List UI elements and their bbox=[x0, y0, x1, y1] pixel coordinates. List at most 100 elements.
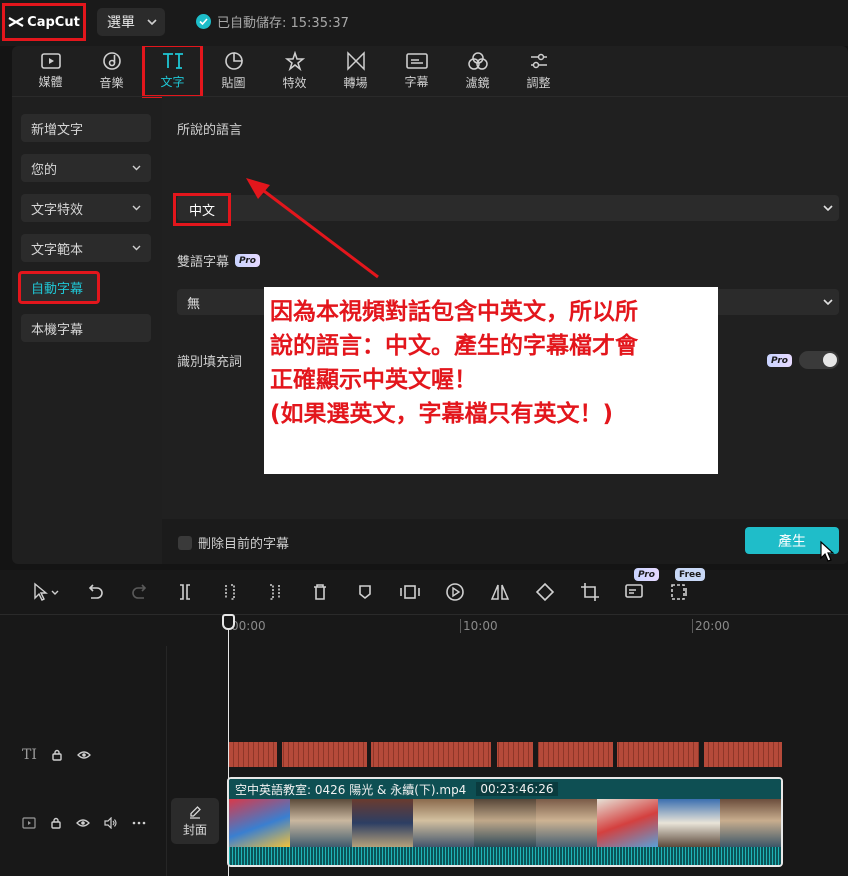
remove-background-button[interactable]: Pro bbox=[612, 568, 659, 607]
tab-captions[interactable]: 字幕 bbox=[386, 46, 447, 96]
video-clip[interactable]: 空中英語教室: 0426 陽光 & 永續(下).mp4 00:23:46:26 bbox=[227, 777, 783, 867]
annotation-line: 說的語言：中文。產生的字幕檔才會 bbox=[270, 333, 638, 359]
lock-icon[interactable] bbox=[51, 749, 63, 761]
tab-music[interactable]: 音樂 bbox=[81, 46, 142, 96]
menu-button[interactable]: 選單 bbox=[97, 8, 165, 36]
delete-right-button[interactable] bbox=[252, 577, 297, 607]
clip-gap bbox=[277, 742, 282, 767]
category-text-effects[interactable]: 文字特效 bbox=[21, 194, 151, 222]
cover-button[interactable]: 封面 bbox=[171, 798, 219, 844]
caption-actions-bar: 刪除目前的字幕 產生 bbox=[162, 519, 848, 564]
tab-effects[interactable]: 特效 bbox=[264, 46, 325, 96]
video-thumbnail bbox=[290, 799, 352, 847]
toggle-knob bbox=[823, 353, 837, 367]
video-thumbnail bbox=[535, 799, 597, 847]
category-text-templates[interactable]: 文字範本 bbox=[21, 234, 151, 262]
spoken-language-value[interactable]: 中文 bbox=[173, 193, 231, 226]
captions-icon bbox=[405, 53, 428, 69]
subtitle-track[interactable] bbox=[229, 742, 782, 767]
trim-right-icon bbox=[269, 584, 280, 600]
save-status-text: 已自動儲存: 15:35:37 bbox=[217, 16, 349, 31]
bilingual-value: 無 bbox=[187, 296, 201, 312]
select-tool-button[interactable] bbox=[22, 577, 72, 607]
chevron-down-icon bbox=[132, 245, 141, 251]
tab-filter[interactable]: 濾鏡 bbox=[447, 46, 508, 96]
clip-name: 空中英語教室: 0426 陽光 & 永續(下).mp4 bbox=[235, 782, 467, 797]
tab-label: 字幕 bbox=[404, 75, 429, 89]
video-thumbnail bbox=[474, 799, 536, 847]
tab-text[interactable]: 文字 bbox=[142, 46, 203, 98]
clip-gap bbox=[613, 742, 617, 767]
crop-button[interactable] bbox=[567, 577, 612, 607]
video-track-header bbox=[12, 814, 166, 832]
clip-duration: 00:23:46:26 bbox=[476, 782, 558, 796]
media-icon bbox=[40, 53, 61, 69]
split-button[interactable] bbox=[162, 577, 207, 607]
rotate-icon bbox=[535, 582, 554, 602]
generate-button-label: 產生 bbox=[778, 533, 806, 550]
reverse-button[interactable] bbox=[432, 577, 477, 607]
tab-transition[interactable]: 轉場 bbox=[325, 46, 386, 96]
menu-label: 選單 bbox=[107, 15, 135, 31]
trash-icon bbox=[313, 584, 326, 600]
tab-label: 文字 bbox=[160, 75, 185, 89]
logo-text: CapCut bbox=[27, 14, 80, 30]
playhead-handle[interactable] bbox=[222, 614, 235, 630]
time-ruler[interactable]: 00:00 10:00 20:00 bbox=[0, 614, 848, 636]
delete-current-captions-option[interactable]: 刪除目前的字幕 bbox=[178, 533, 289, 552]
tab-label: 特效 bbox=[282, 76, 307, 90]
play-circle-icon bbox=[445, 583, 464, 601]
eye-icon[interactable] bbox=[76, 750, 91, 760]
category-yours[interactable]: 您的 bbox=[21, 154, 151, 182]
redo-button[interactable] bbox=[117, 577, 162, 607]
checkbox[interactable] bbox=[178, 535, 192, 550]
chevron-down-icon bbox=[147, 19, 157, 25]
timeline: Pro Free 00:00 10:00 20:00 TI 封面 空中英語教室:… bbox=[0, 568, 848, 876]
undo-button[interactable] bbox=[72, 577, 117, 607]
category-label: 本機字幕 bbox=[31, 322, 84, 338]
delete-button[interactable] bbox=[297, 577, 342, 607]
more-icon[interactable] bbox=[132, 821, 146, 825]
cover-label: 封面 bbox=[182, 822, 207, 837]
filler-words-toggle[interactable] bbox=[799, 351, 839, 369]
capcut-logo[interactable]: CapCut bbox=[2, 3, 86, 41]
caption-edit-icon bbox=[624, 584, 643, 598]
spoken-language-label-text: 所說的語言 bbox=[177, 123, 243, 138]
pencil-icon bbox=[190, 805, 201, 819]
clip-thumbnails bbox=[229, 799, 781, 847]
text-track-icon: TI bbox=[22, 747, 37, 763]
annotation-line: (如果選英文，字幕檔只有英文！) bbox=[270, 401, 614, 427]
category-auto-captions[interactable]: 自動字幕 bbox=[18, 271, 100, 304]
tab-sticker[interactable]: 貼圖 bbox=[203, 46, 264, 96]
rotate-button[interactable] bbox=[522, 577, 567, 607]
mirror-icon bbox=[490, 584, 509, 600]
delete-left-button[interactable] bbox=[207, 577, 252, 607]
category-label: 您的 bbox=[31, 162, 58, 178]
mouse-cursor-icon bbox=[820, 540, 835, 562]
clip-gap bbox=[367, 742, 371, 767]
video-thumbnail bbox=[596, 799, 659, 847]
lock-icon[interactable] bbox=[50, 817, 62, 829]
category-label: 文字範本 bbox=[31, 242, 84, 258]
pro-badge: Pro bbox=[634, 568, 659, 581]
check-circle-icon bbox=[196, 14, 211, 29]
tab-label: 調整 bbox=[526, 76, 551, 90]
category-list: 新增文字 您的 文字特效 文字範本 自動字幕 本機字幕 bbox=[12, 97, 162, 564]
filler-words-label-text: 識別填充詞 bbox=[177, 355, 243, 370]
panel-tabs: 媒體 音樂 文字 貼圖 特效 轉場 字幕 濾鏡 調整 bbox=[12, 46, 848, 98]
playhead-line bbox=[228, 614, 229, 876]
chevron-down-icon bbox=[132, 165, 141, 171]
trim-left-icon bbox=[224, 584, 235, 600]
category-local-captions[interactable]: 本機字幕 bbox=[21, 314, 151, 342]
freeze-frame-button[interactable] bbox=[387, 577, 432, 607]
category-add-text[interactable]: 新增文字 bbox=[21, 114, 151, 142]
tab-label: 轉場 bbox=[343, 76, 368, 90]
volume-icon[interactable] bbox=[104, 817, 118, 829]
tab-adjust[interactable]: 調整 bbox=[508, 46, 569, 96]
auto-reframe-button[interactable]: Free bbox=[657, 568, 706, 607]
mirror-button[interactable] bbox=[477, 577, 522, 607]
eye-icon[interactable] bbox=[76, 818, 90, 828]
tab-media[interactable]: 媒體 bbox=[20, 46, 81, 96]
chevron-down-icon bbox=[823, 299, 833, 305]
marker-button[interactable] bbox=[342, 577, 387, 607]
